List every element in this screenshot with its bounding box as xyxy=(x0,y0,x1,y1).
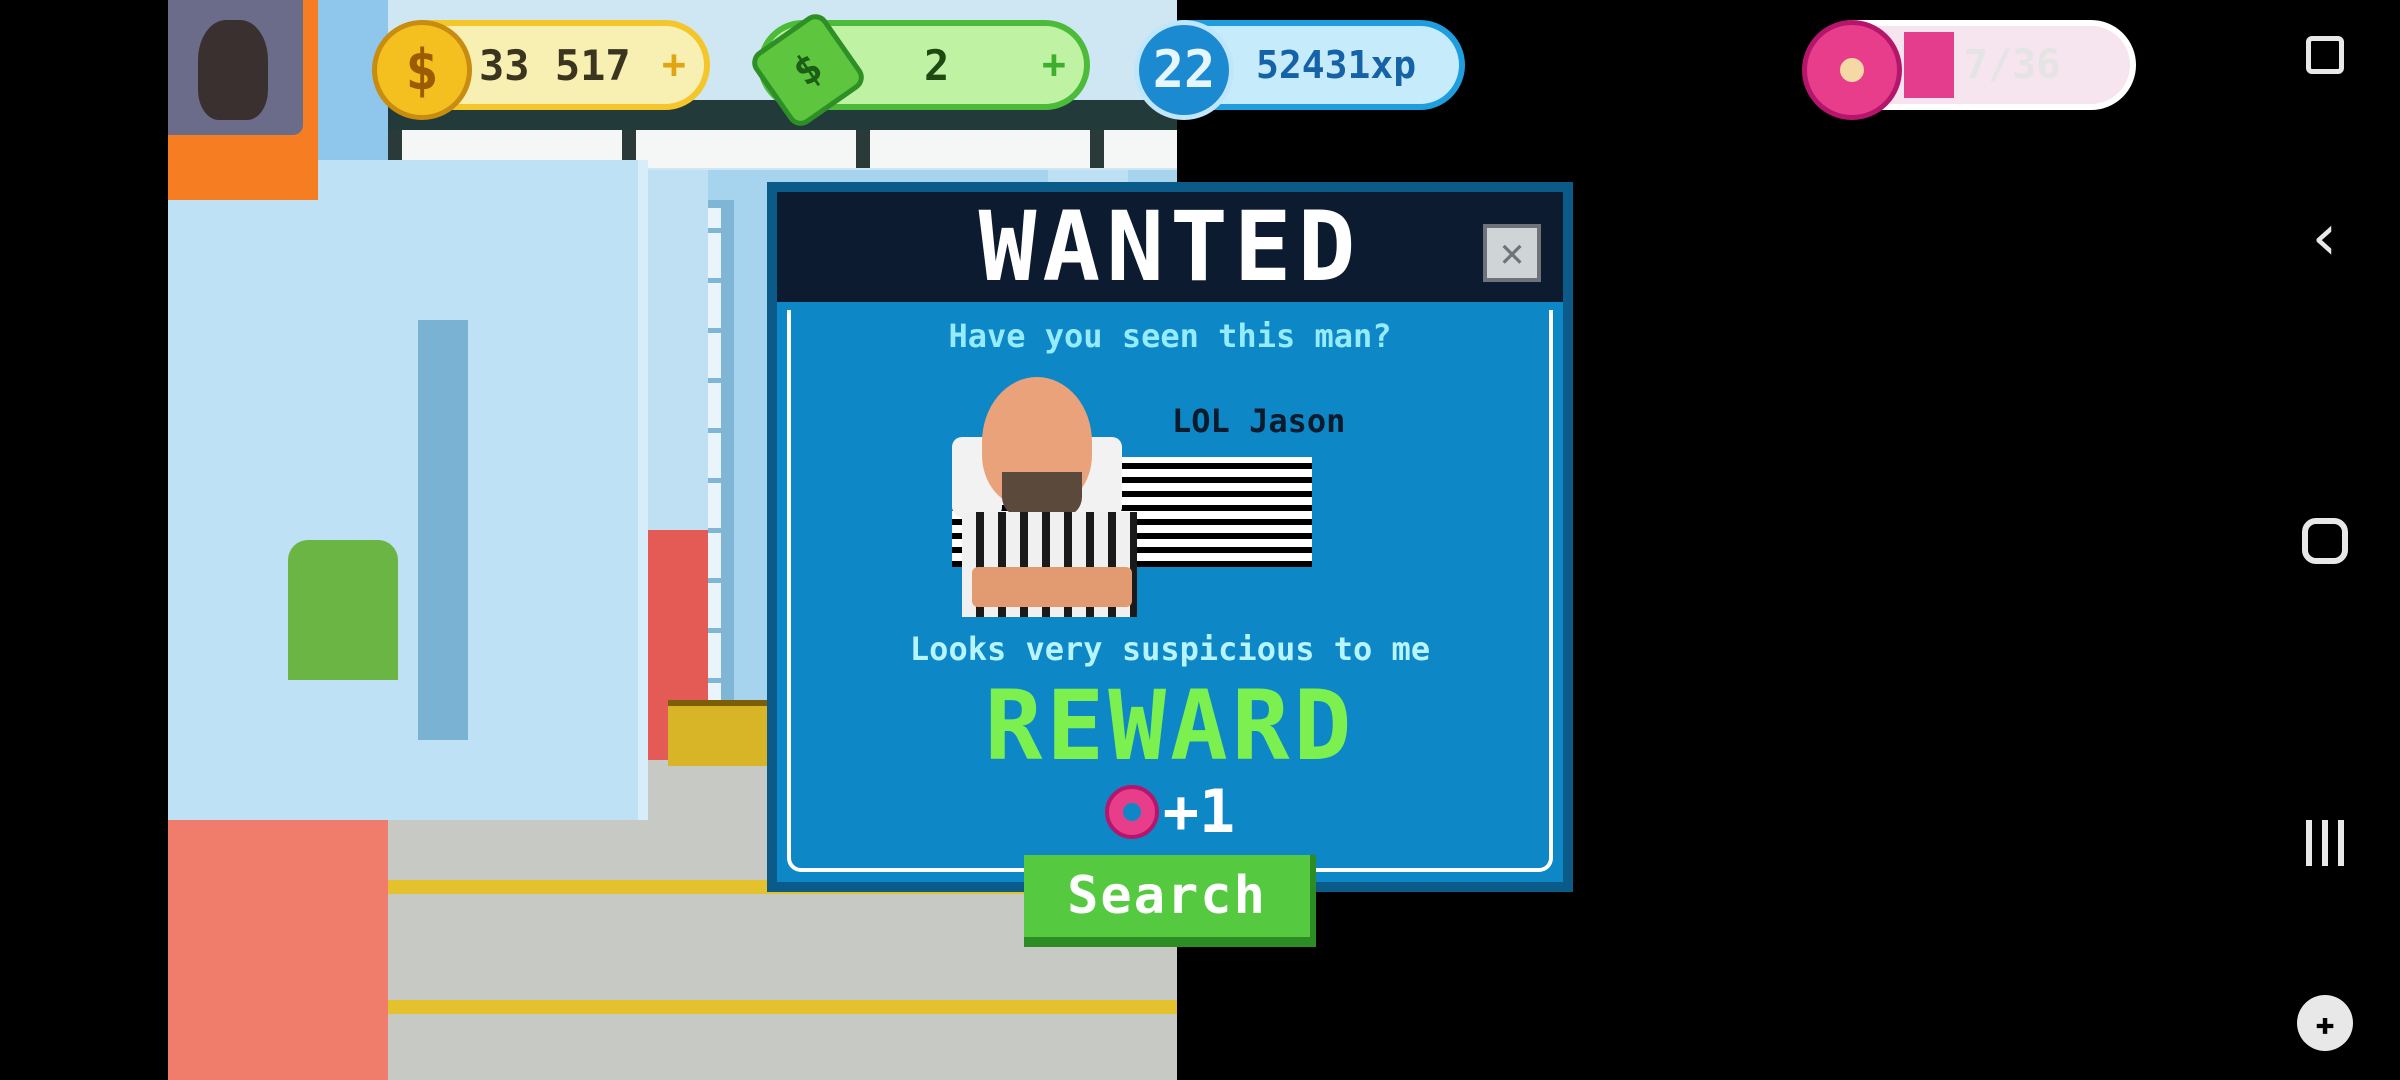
hands xyxy=(972,567,1132,607)
avatar-silhouette xyxy=(198,20,268,120)
dialog-subtitle: Have you seen this man? xyxy=(948,317,1392,355)
donut-hole xyxy=(1840,58,1864,82)
recents-icon[interactable] xyxy=(2292,810,2358,876)
recents-bars xyxy=(2306,820,2344,866)
dialog-title: WANTED xyxy=(978,191,1362,303)
suspect-name: LOL Jason xyxy=(1172,402,1346,440)
donut-progress-fill xyxy=(1904,32,1954,98)
coin-icon: $ xyxy=(372,20,472,120)
wanted-dialog: WANTED ✕ Have you seen this man? LOL Jas… xyxy=(767,182,1573,892)
back-glyph: ‹ xyxy=(2305,201,2345,275)
donut-icon xyxy=(1104,785,1159,839)
suspect-portrait xyxy=(952,377,1152,617)
close-glyph: ✕ xyxy=(1499,230,1525,276)
suspect-description: Looks very suspicious to me xyxy=(909,630,1431,668)
coins-counter[interactable]: $ 33 517 + xyxy=(372,20,710,120)
home-shape xyxy=(2302,518,2348,564)
door-panel xyxy=(418,320,468,740)
add-coins-button[interactable]: + xyxy=(662,42,686,88)
level-badge-icon: 22 xyxy=(1134,20,1234,120)
game-tools-icon[interactable]: ✚ xyxy=(2292,990,2358,1056)
donut-hole xyxy=(1122,803,1141,821)
gallery-shape xyxy=(2306,36,2344,74)
reward-title: REWARD xyxy=(984,670,1356,782)
gamepad-shape: ✚ xyxy=(2297,995,2353,1051)
garage-door xyxy=(168,160,648,820)
player-avatar[interactable] xyxy=(168,0,303,135)
dialog-header: WANTED ✕ xyxy=(777,191,1563,303)
reward-amount: +1 xyxy=(1162,777,1236,847)
close-icon[interactable]: ✕ xyxy=(1483,224,1541,282)
beard xyxy=(1002,472,1082,517)
level-value: 22 xyxy=(1152,40,1216,100)
back-icon[interactable]: ‹ xyxy=(2292,201,2358,275)
cash-value: 2 xyxy=(924,40,950,90)
coins-value: 33 517 xyxy=(479,40,631,90)
add-cash-button[interactable]: + xyxy=(1042,42,1066,88)
bush xyxy=(288,540,398,680)
donut-icon xyxy=(1802,20,1902,120)
xp-value: 52431xp xyxy=(1256,43,1417,87)
donut-value: 7/36 xyxy=(1964,42,2061,88)
home-icon[interactable] xyxy=(2292,508,2358,574)
xp-counter[interactable]: 22 52431xp xyxy=(1134,20,1465,120)
donut-counter[interactable]: 7/36 xyxy=(1802,20,2136,120)
search-button[interactable]: Search xyxy=(1024,855,1316,947)
screenshot-tool-icon[interactable] xyxy=(2292,22,2358,88)
reward-amount-row: +1 xyxy=(777,777,1563,847)
cash-counter[interactable]: $ 2 + xyxy=(746,8,1090,132)
